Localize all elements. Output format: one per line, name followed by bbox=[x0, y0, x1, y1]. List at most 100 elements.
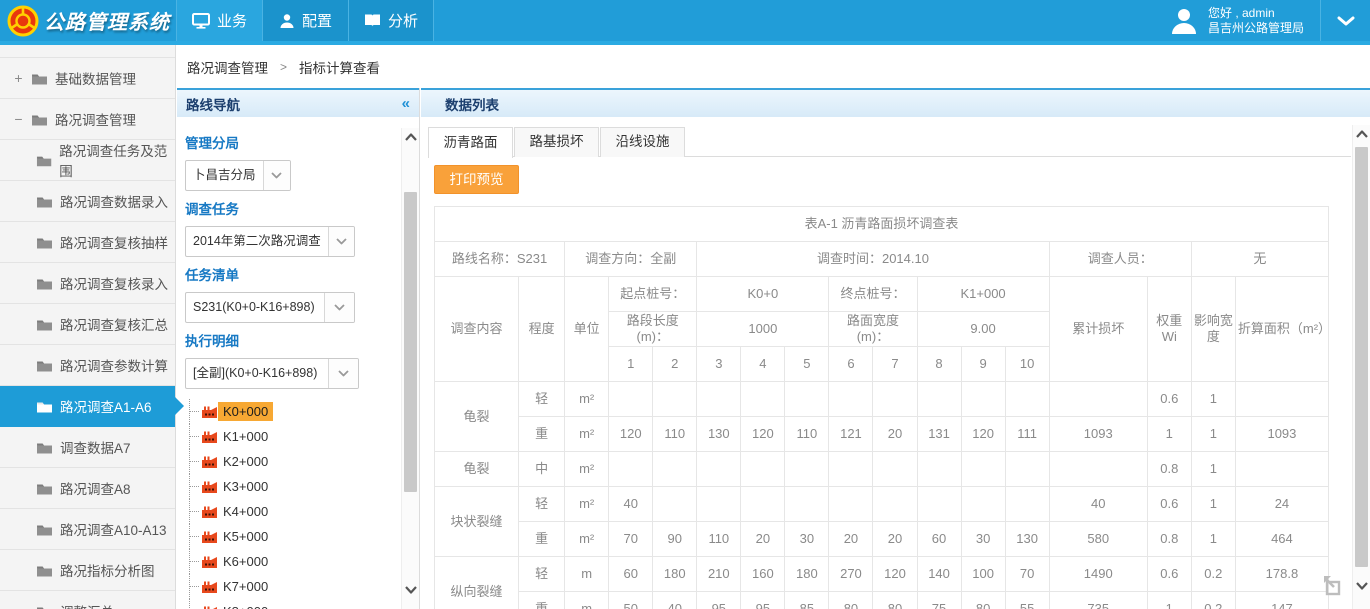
sidebar-item-label: 路况调查A10-A13 bbox=[60, 519, 167, 539]
col-header-total: 累计损坏 bbox=[1049, 277, 1147, 382]
sidebar-item[interactable]: +基础数据管理 bbox=[0, 58, 175, 99]
dropdown-select[interactable]: 2014年第二次路况调查 bbox=[185, 226, 355, 257]
route-panel-body: 管理分局卜昌吉分局调查任务2014年第二次路况调查任务清单S231(K0+0-K… bbox=[177, 119, 399, 609]
section-value-cell: 111 bbox=[1005, 417, 1049, 452]
tree-item-label: K5+000 bbox=[218, 527, 273, 546]
folder-icon bbox=[31, 72, 48, 85]
chevron-down-icon bbox=[336, 238, 347, 245]
dropdown-toggle[interactable] bbox=[324, 293, 354, 322]
total-damage-cell: 735 bbox=[1049, 592, 1147, 609]
sidebar-item[interactable]: 路况调查数据录入 bbox=[0, 181, 175, 222]
tree-item[interactable]: K1+000 bbox=[185, 424, 399, 449]
sidebar-item[interactable]: 路况调查复核抽样 bbox=[0, 222, 175, 263]
expand-window-icon[interactable] bbox=[1322, 573, 1346, 597]
nav-tab-business[interactable]: 业务 bbox=[176, 0, 262, 41]
scroll-thumb[interactable] bbox=[1355, 147, 1368, 567]
tree-item[interactable]: K8+000 bbox=[185, 599, 399, 609]
breadcrumb-item[interactable]: 路况调查管理 bbox=[187, 57, 268, 77]
section-value-cell bbox=[961, 452, 1005, 487]
tree-item[interactable]: K4+000 bbox=[185, 499, 399, 524]
tree-item[interactable]: K0+000 bbox=[185, 399, 399, 424]
section-value-cell: 20 bbox=[741, 522, 785, 557]
degree-cell: 重 bbox=[519, 522, 565, 557]
tree-item[interactable]: K3+000 bbox=[185, 474, 399, 499]
tab-item[interactable]: 沿线设施 bbox=[600, 127, 685, 157]
dropdown-toggle[interactable] bbox=[263, 161, 290, 190]
sidebar-item[interactable]: 路况指标分析图 bbox=[0, 550, 175, 591]
dropdown-toggle[interactable] bbox=[328, 227, 354, 256]
section-value-cell bbox=[1005, 487, 1049, 522]
sidebar-item[interactable]: 调整汇总 bbox=[0, 591, 175, 609]
tree-connector bbox=[189, 399, 202, 424]
dropdown-select[interactable]: 卜昌吉分局 bbox=[185, 160, 291, 191]
folder-icon bbox=[36, 564, 53, 577]
chevron-down-icon bbox=[271, 172, 282, 179]
sidebar-item[interactable]: 路况调查任务及范围 bbox=[0, 140, 175, 181]
milestone-tree: K0+000K1+000K2+000K3+000K4+000 K5+000 K6+0… bbox=[185, 399, 399, 609]
segment-length-label: 路段长度(m)： bbox=[609, 312, 697, 347]
section-value-cell: 40 bbox=[609, 487, 653, 522]
sidebar-item[interactable]: 路况调查复核汇总 bbox=[0, 304, 175, 345]
section-value-cell: 120 bbox=[961, 417, 1005, 452]
col-header-content: 调查内容 bbox=[435, 277, 519, 382]
tree-item[interactable]: K6+000 bbox=[185, 549, 399, 574]
section-value-cell bbox=[961, 382, 1005, 417]
route-panel-scrollbar[interactable] bbox=[401, 128, 419, 609]
avatar-icon bbox=[1169, 6, 1199, 36]
section-number-header: 8 bbox=[917, 347, 961, 382]
scroll-down-icon[interactable] bbox=[402, 581, 419, 599]
tree-item[interactable]: K7+000 bbox=[185, 574, 399, 599]
nav-tab-analysis[interactable]: 分析 bbox=[348, 0, 434, 41]
section-value-cell: 110 bbox=[653, 417, 697, 452]
user-info[interactable]: 您好 , admin 昌吉州公路管理局 bbox=[1161, 0, 1320, 41]
section-number-header: 6 bbox=[829, 347, 873, 382]
sidebar-item[interactable]: 路况调查参数计算 bbox=[0, 345, 175, 386]
converted-area-cell: 464 bbox=[1235, 522, 1328, 557]
dropdown-select[interactable]: S231(K0+0-K16+898) bbox=[185, 292, 355, 323]
folder-icon bbox=[36, 318, 53, 331]
section-value-cell: 120 bbox=[741, 417, 785, 452]
section-value-cell: 110 bbox=[697, 522, 741, 557]
sidebar-item[interactable]: −路况调查管理 bbox=[0, 99, 175, 140]
sidebar: +基础数据管理−路况调查管理路况调查任务及范围路况调查数据录入路况调查复核抽样路… bbox=[0, 45, 176, 609]
data-panel-scrollbar[interactable] bbox=[1352, 125, 1370, 609]
tree-connector bbox=[189, 449, 202, 474]
section-value-cell bbox=[785, 382, 829, 417]
sidebar-item[interactable]: 路况调查A8 bbox=[0, 468, 175, 509]
user-menu-toggle[interactable] bbox=[1320, 0, 1370, 41]
sidebar-item[interactable]: 调查数据A7 bbox=[0, 427, 175, 468]
folder-icon bbox=[36, 236, 53, 249]
tree-connector bbox=[189, 599, 202, 609]
section-value-cell: 70 bbox=[609, 522, 653, 557]
scroll-down-icon[interactable] bbox=[1353, 577, 1370, 595]
expand-toggle[interactable]: − bbox=[13, 111, 24, 127]
nav-tab-config[interactable]: 配置 bbox=[262, 0, 348, 41]
tab-item[interactable]: 路基损坏 bbox=[514, 127, 599, 157]
collapse-panel-icon[interactable]: « bbox=[402, 95, 410, 112]
damage-type-cell: 龟裂 bbox=[435, 382, 519, 452]
scroll-up-icon[interactable] bbox=[402, 128, 419, 146]
scroll-thumb[interactable] bbox=[404, 192, 417, 492]
section-value-cell: 121 bbox=[829, 417, 873, 452]
section-value-cell bbox=[1005, 452, 1049, 487]
section-value-cell bbox=[785, 487, 829, 522]
info-cell: 调查人员： bbox=[1049, 242, 1191, 277]
damage-type-cell: 纵向裂缝 bbox=[435, 557, 519, 609]
dropdown-value: 卜昌吉分局 bbox=[186, 161, 263, 190]
sidebar-item[interactable]: 路况调查A1-A6 bbox=[0, 386, 175, 427]
dropdown-select[interactable]: [全副](K0+0-K16+898) bbox=[185, 358, 359, 389]
sidebar-item-label: 调查数据A7 bbox=[60, 437, 131, 457]
dropdown-toggle[interactable] bbox=[328, 359, 358, 388]
section-value-cell: 270 bbox=[829, 557, 873, 592]
scroll-up-icon[interactable] bbox=[1353, 125, 1370, 143]
print-preview-button[interactable]: 打印预览 bbox=[434, 165, 519, 194]
tree-item[interactable]: K2+000 bbox=[185, 449, 399, 474]
section-number-header: 5 bbox=[785, 347, 829, 382]
tab-active[interactable]: 沥青路面 bbox=[428, 127, 513, 158]
expand-toggle[interactable]: + bbox=[13, 70, 24, 86]
tree-item[interactable]: K5+000 bbox=[185, 524, 399, 549]
sidebar-item[interactable]: 路况调查A10-A13 bbox=[0, 509, 175, 550]
user-greeting: 您好 , admin bbox=[1208, 6, 1304, 21]
sidebar-item[interactable]: 路况调查复核录入 bbox=[0, 263, 175, 304]
field-label: 任务清单 bbox=[185, 264, 399, 284]
